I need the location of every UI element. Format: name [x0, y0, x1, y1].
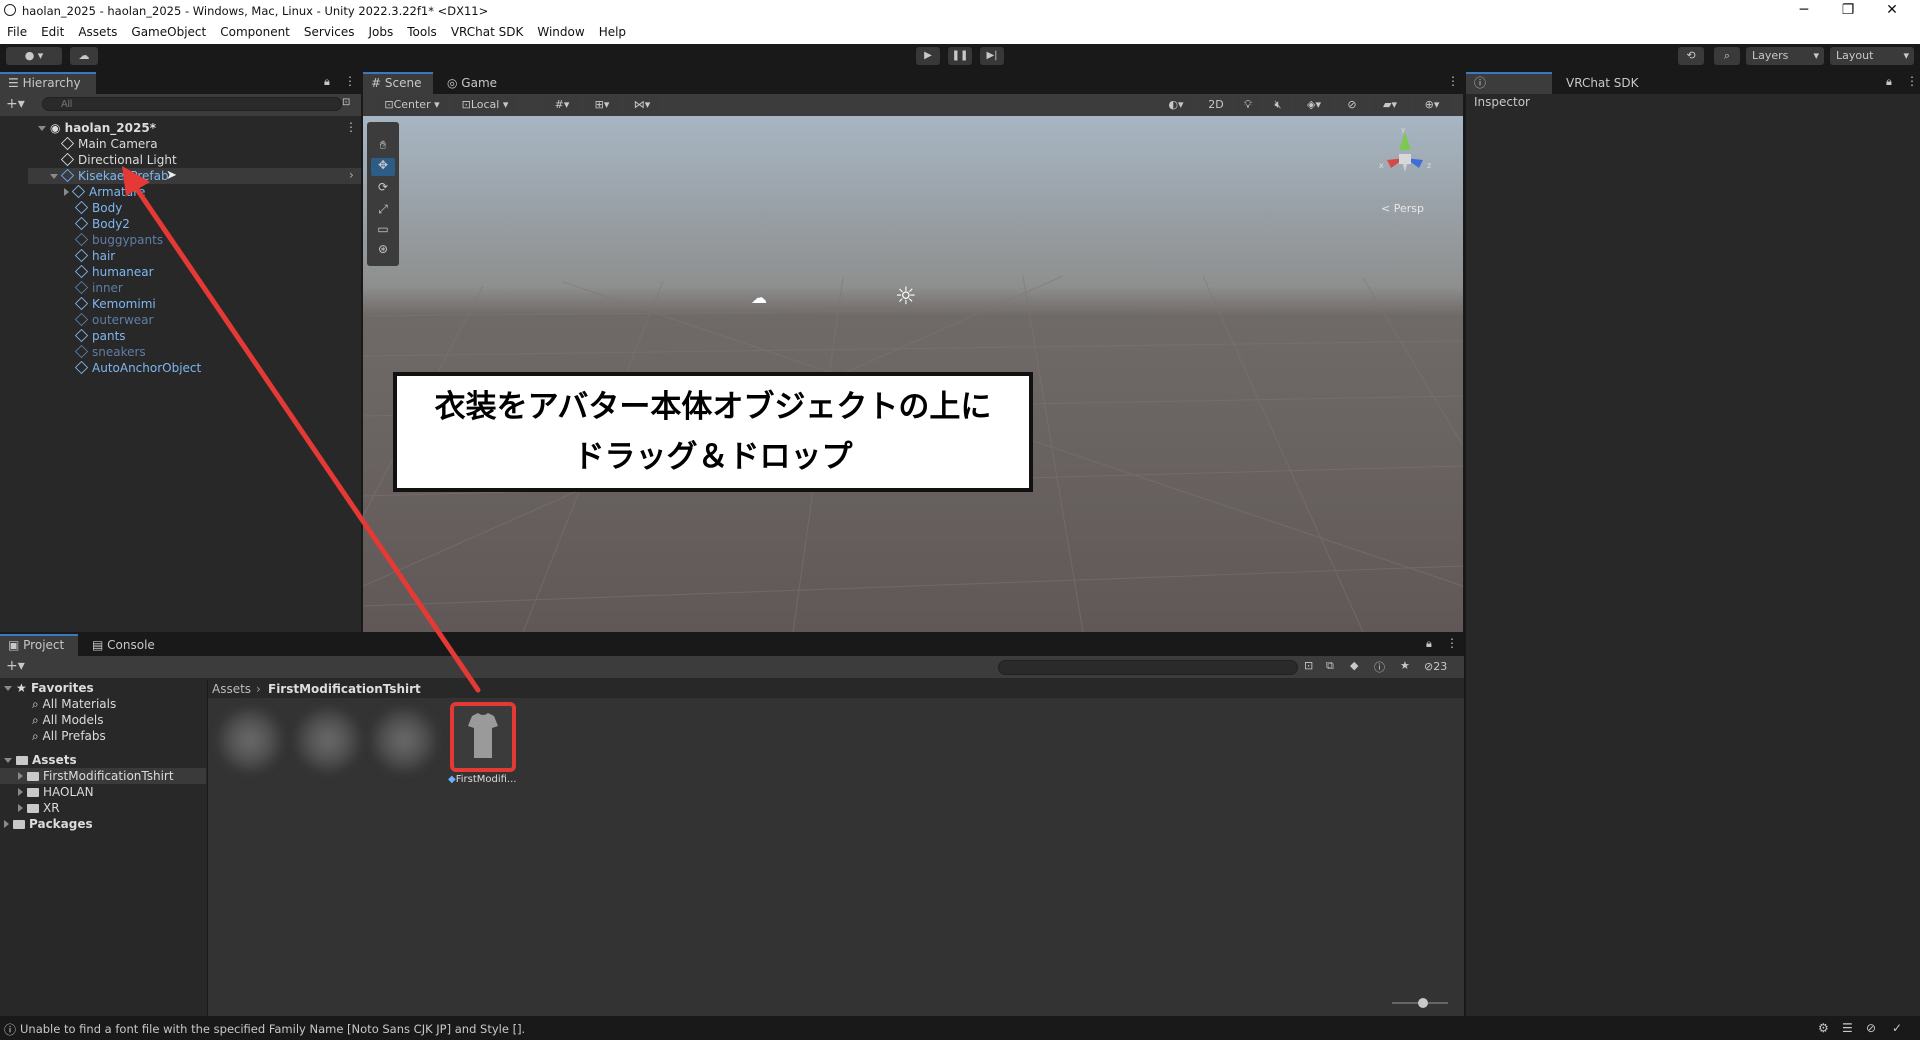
debug-icon[interactable]: ⚙ [1818, 1021, 1829, 1035]
bake-icon[interactable]: ⊘ [1866, 1021, 1876, 1035]
drag-arrow [122, 166, 481, 693]
status-message[interactable]: Unable to find a font file with the spec… [20, 1022, 525, 1036]
status-check-icon[interactable]: ✓ [1892, 1021, 1902, 1035]
info-icon: ⓘ [4, 1023, 17, 1037]
database-icon[interactable]: ☰ [1842, 1021, 1853, 1035]
status-bar: ⓘ Unable to find a font file with the sp… [0, 1018, 1920, 1040]
